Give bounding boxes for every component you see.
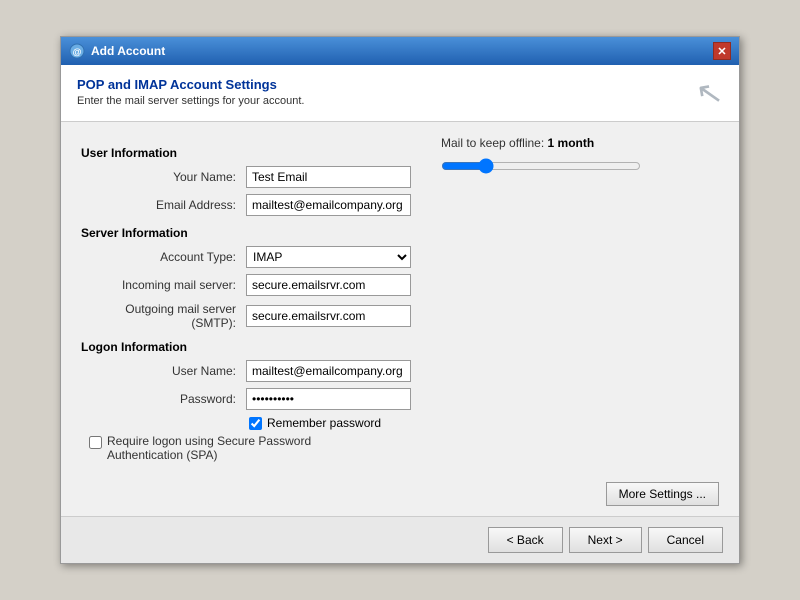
email-address-label: Email Address: <box>81 198 246 212</box>
svg-text:@: @ <box>73 47 82 57</box>
outgoing-server-row: Outgoing mail server (SMTP): <box>81 302 411 330</box>
main-layout: User Information Your Name: Email Addres… <box>81 136 719 434</box>
back-button[interactable]: < Back <box>488 527 563 553</box>
remember-password-label: Remember password <box>267 416 381 430</box>
logon-info-label: Logon Information <box>81 340 411 354</box>
close-button[interactable]: ✕ <box>713 42 731 60</box>
cursor-icon: ↖ <box>694 75 726 111</box>
title-bar-left: @ Add Account <box>69 43 165 59</box>
bottom-area: More Settings ... <box>61 482 739 516</box>
next-button[interactable]: Next > <box>569 527 642 553</box>
header-text: POP and IMAP Account Settings Enter the … <box>77 77 304 107</box>
remember-password-row: Remember password <box>249 416 411 430</box>
content-area: User Information Your Name: Email Addres… <box>61 122 739 482</box>
email-address-input[interactable] <box>246 194 411 216</box>
offline-label: Mail to keep offline: 1 month <box>441 136 719 150</box>
account-type-select[interactable]: IMAP POP3 <box>246 246 411 268</box>
incoming-server-label: Incoming mail server: <box>81 278 246 292</box>
your-name-input[interactable] <box>246 166 411 188</box>
password-label: Password: <box>81 392 246 406</box>
footer: < Back Next > Cancel <box>61 516 739 563</box>
header-subtitle: Enter the mail server settings for your … <box>77 95 304 107</box>
slider-container <box>441 158 719 174</box>
account-type-label: Account Type: <box>81 250 246 264</box>
window-icon: @ <box>69 43 85 59</box>
your-name-row: Your Name: <box>81 166 411 188</box>
title-bar: @ Add Account ✕ <box>61 37 739 65</box>
cancel-button[interactable]: Cancel <box>648 527 723 553</box>
outgoing-server-input[interactable] <box>246 305 411 327</box>
offline-value: 1 month <box>548 136 595 150</box>
remember-password-checkbox[interactable] <box>249 417 262 430</box>
spa-row: Require logon using Secure Password Auth… <box>89 434 719 462</box>
header-section: POP and IMAP Account Settings Enter the … <box>61 65 739 122</box>
your-name-label: Your Name: <box>81 170 246 184</box>
user-info-label: User Information <box>81 146 411 160</box>
left-form: User Information Your Name: Email Addres… <box>81 136 411 434</box>
incoming-server-input[interactable] <box>246 274 411 296</box>
account-type-row: Account Type: IMAP POP3 <box>81 246 411 268</box>
incoming-server-row: Incoming mail server: <box>81 274 411 296</box>
header-title: POP and IMAP Account Settings <box>77 77 304 92</box>
more-settings-button[interactable]: More Settings ... <box>606 482 719 506</box>
password-row: Password: <box>81 388 411 410</box>
password-input[interactable] <box>246 388 411 410</box>
outgoing-server-label: Outgoing mail server (SMTP): <box>81 302 246 330</box>
offline-slider[interactable] <box>441 158 641 174</box>
spa-label: Require logon using Secure Password Auth… <box>107 434 367 462</box>
spa-checkbox[interactable] <box>89 436 102 449</box>
email-address-row: Email Address: <box>81 194 411 216</box>
username-input[interactable] <box>246 360 411 382</box>
window-title: Add Account <box>91 44 165 58</box>
right-panel: Mail to keep offline: 1 month <box>431 136 719 434</box>
username-label: User Name: <box>81 364 246 378</box>
server-info-label: Server Information <box>81 226 411 240</box>
username-row: User Name: <box>81 360 411 382</box>
add-account-window: @ Add Account ✕ POP and IMAP Account Set… <box>60 36 740 564</box>
